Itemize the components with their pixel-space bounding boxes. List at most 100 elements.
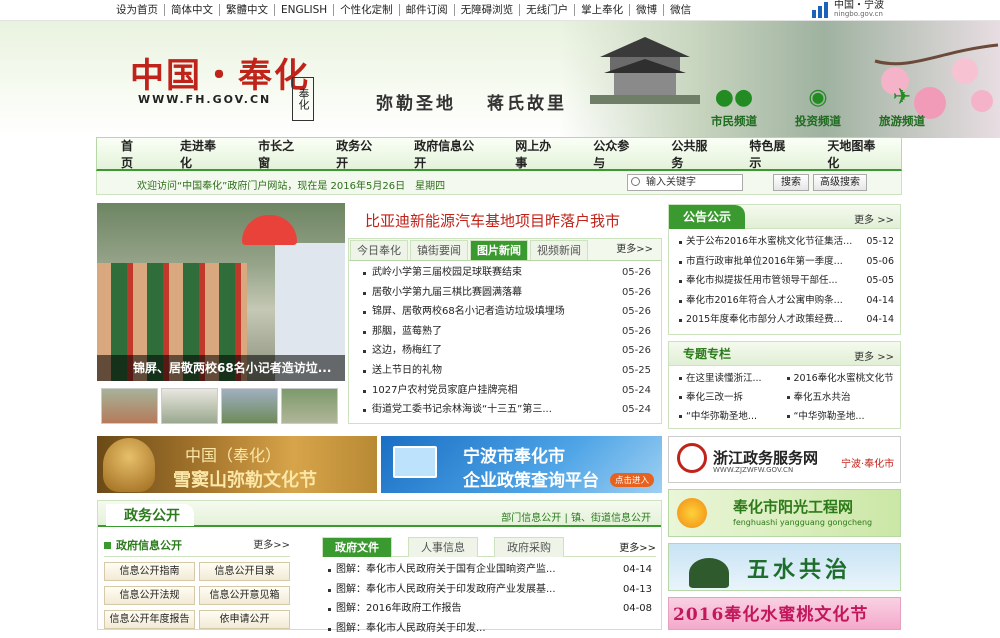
news-tab[interactable]: 视频新闻 [530,240,588,260]
list-item[interactable]: 那胭，蓝莓熟了 05-26 [363,322,651,342]
gov-info-button[interactable]: 依申请公开 [199,610,290,629]
top-link[interactable]: 设为首页 [110,4,165,16]
nav-item[interactable]: 公众参与 [577,137,655,171]
news-tab[interactable]: 今日奉化 [350,240,408,260]
list-item[interactable]: 2015年度奉化市部分人才政策经费... 04-14 [679,310,894,330]
gov-dept-links[interactable]: 部门信息公开 | 镇、街道信息公开 [501,509,651,524]
list-item[interactable]: 图解：奉化市人民政府关于印发... [328,619,652,638]
enterprise-policy-banner[interactable]: 宁波市奉化市 企业政策查询平台 点击进入 [381,436,662,493]
gov-info-more-link[interactable]: 更多>> [253,537,290,555]
five-water-banner[interactable]: 五水共治 [668,543,901,591]
gov-doc-title[interactable]: 图解：2016年政府工作报告 [336,599,622,619]
list-item[interactable]: 市直行政审批单位2016年第一季度... 05-06 [679,252,894,272]
nav-item[interactable]: 首 页 [105,137,164,171]
list-item[interactable]: 武岭小学第三届校园足球联赛结束 05-26 [363,263,651,283]
enter-button[interactable]: 点击进入 [609,473,654,487]
news-tab[interactable]: 镇街要闻 [410,240,468,260]
top-link[interactable]: ENGLISH [275,4,335,16]
special-more-link[interactable]: 更多 >> [854,348,894,363]
notice-title-text[interactable]: 关于公布2016年水蜜桃文化节征集活... [686,232,862,252]
zj-gov-service-banner[interactable]: 浙江政务服务网 WWW.ZJZWFW.GOV.CN 宁波·奉化市 [668,436,901,483]
nav-item[interactable]: 政务公开 [320,137,398,171]
top-link[interactable]: 掌上奉化 [575,4,631,16]
news-title[interactable]: 武岭小学第三届校园足球联赛结束 [372,263,617,283]
list-item[interactable]: 图解：2016年政府工作报告 04-08 [328,599,652,619]
thumbnail-1[interactable] [101,388,158,424]
list-item[interactable]: 图解：奉化市人民政府关于国有企业国晌资产监... 04-14 [328,560,652,580]
channel-tourism[interactable]: ✈ 旅游频道 [864,85,940,129]
notice-title-text[interactable]: 市直行政审批单位2016年第一季度... [686,252,862,272]
notice-title-text[interactable]: 奉化市2016年符合人才公寓申购条... [686,291,862,311]
list-item[interactable]: 锦屏、居敬两校68名小记者造访垃圾填埋场 05-26 [363,302,651,322]
nav-item[interactable]: 特色展示 [733,137,811,171]
special-item[interactable]: 奉化五水共治 [786,388,895,407]
notice-title-text[interactable]: 2015年度奉化市部分人才政策经费... [686,310,862,330]
news-title[interactable]: 居敬小学第九届三棋比赛圆满落幕 [372,283,617,303]
gov-doc-title[interactable]: 图解：奉化市人民政府关于印发政府产业发展基... [336,580,622,600]
list-item[interactable]: 奉化市2016年符合人才公寓申购条... 04-14 [679,291,894,311]
special-item[interactable]: “中华弥勒圣地... [786,407,895,426]
thumbnail-2[interactable] [161,388,218,424]
top-link[interactable]: 邮件订阅 [400,4,455,16]
notice-more-link[interactable]: 更多 >> [854,211,894,226]
thumbnail-4[interactable] [281,388,338,424]
focus-caption[interactable]: 锦屏、居敬两校68名小记者造访垃... [97,355,345,381]
gov-doc-tab[interactable]: 政府采购 [494,537,564,557]
nav-item[interactable]: 市长之窗 [242,137,320,171]
focus-photo[interactable]: 锦屏、居敬两校68名小记者造访垃... [97,203,345,381]
list-item[interactable]: 奉化市拟提拔任用市管领导干部任... 05-05 [679,271,894,291]
gov-info-button[interactable]: 信息公开指南 [104,562,195,581]
notice-title-text[interactable]: 奉化市拟提拔任用市管领导干部任... [686,271,862,291]
search-input[interactable]: 输入关键字 [627,174,743,191]
news-title[interactable]: 1027户农村党员家庭户挂牌亮相 [372,381,617,401]
gov-info-button[interactable]: 信息公开意见箱 [199,586,290,605]
top-link[interactable]: 无线门户 [520,4,576,16]
list-item[interactable]: 街道党工委书记余林海谈“十三五”第三... 05-24 [363,400,651,420]
top-link[interactable]: 无障碍浏览 [455,4,521,16]
list-item[interactable]: 图解：奉化市人民政府关于印发政府产业发展基... 04-13 [328,580,652,600]
top-link[interactable]: 个性化定制 [334,4,400,16]
special-item[interactable]: 2016奉化水蜜桃文化节 [786,369,895,388]
gov-info-button[interactable]: 信息公开目录 [199,562,290,581]
special-item[interactable]: 奉化三改一拆 [679,388,787,407]
list-item[interactable]: 送上节日的礼物 05-25 [363,361,651,381]
nav-item[interactable]: 政府信息公开 [398,137,499,171]
news-title[interactable]: 锦屏、居敬两校68名小记者造访垃圾填埋场 [372,302,617,322]
list-item[interactable]: 居敬小学第九届三棋比赛圆满落幕 05-26 [363,283,651,303]
news-title[interactable]: 街道党工委书记余林海谈“十三五”第三... [372,400,617,420]
gov-doc-tab[interactable]: 政府文件 [322,537,392,557]
gov-doc-title[interactable]: 图解：奉化市人民政府关于国有企业国晌资产监... [336,560,622,580]
gov-doc-more-link[interactable]: 更多>> [619,539,656,554]
gov-doc-title[interactable]: 图解：奉化市人民政府关于印发... [336,619,622,638]
peach-festival-banner[interactable]: 2016奉化水蜜桃文化节 [668,597,901,630]
advanced-search-button[interactable]: 高级搜索 [813,174,867,191]
gov-info-button[interactable]: 信息公开法规 [104,586,195,605]
gov-doc-tab[interactable]: 人事信息 [408,537,478,557]
top-link[interactable]: 微博 [630,4,665,16]
special-item[interactable]: “中华弥勒圣地... [679,407,787,426]
thumbnail-3[interactable] [221,388,278,424]
list-item[interactable]: 关于公布2016年水蜜桃文化节征集活... 05-12 [679,232,894,252]
sunshine-project-banner[interactable]: 奉化市阳光工程网 fenghuashi yangguang gongcheng [668,489,901,537]
search-button[interactable]: 搜索 [773,174,809,191]
nav-item[interactable]: 天地图奉化 [811,137,901,171]
news-tab[interactable]: 图片新闻 [470,240,528,260]
top-link[interactable]: 微信 [664,4,697,16]
nav-item[interactable]: 公共服务 [655,137,733,171]
list-item[interactable]: 1027户农村党员家庭户挂牌亮相 05-24 [363,381,651,401]
top-link[interactable]: 繁體中文 [220,4,275,16]
news-title[interactable]: 这边，杨梅红了 [372,341,617,361]
ningbo-gov-link[interactable]: 中国・宁波 ningbo.gov.cn [812,1,884,19]
top-headline[interactable]: 比亚迪新能源汽车基地项目昨落户我市 [365,210,620,231]
nav-item[interactable]: 网上办事 [499,137,577,171]
list-item[interactable]: 这边，杨梅红了 05-26 [363,341,651,361]
special-item[interactable]: 在这里读懂浙江... [679,369,787,388]
channel-investment[interactable]: ◉ 投资频道 [780,85,856,129]
news-title[interactable]: 那胭，蓝莓熟了 [372,322,617,342]
gov-info-button[interactable]: 信息公开年度报告 [104,610,195,629]
channel-citizen[interactable]: ●● 市民频道 [696,85,772,129]
site-title[interactable]: 中国・奉化 [130,48,310,97]
news-title[interactable]: 送上节日的礼物 [372,361,617,381]
top-link[interactable]: 简体中文 [165,4,220,16]
nav-item[interactable]: 走进奉化 [164,137,242,171]
